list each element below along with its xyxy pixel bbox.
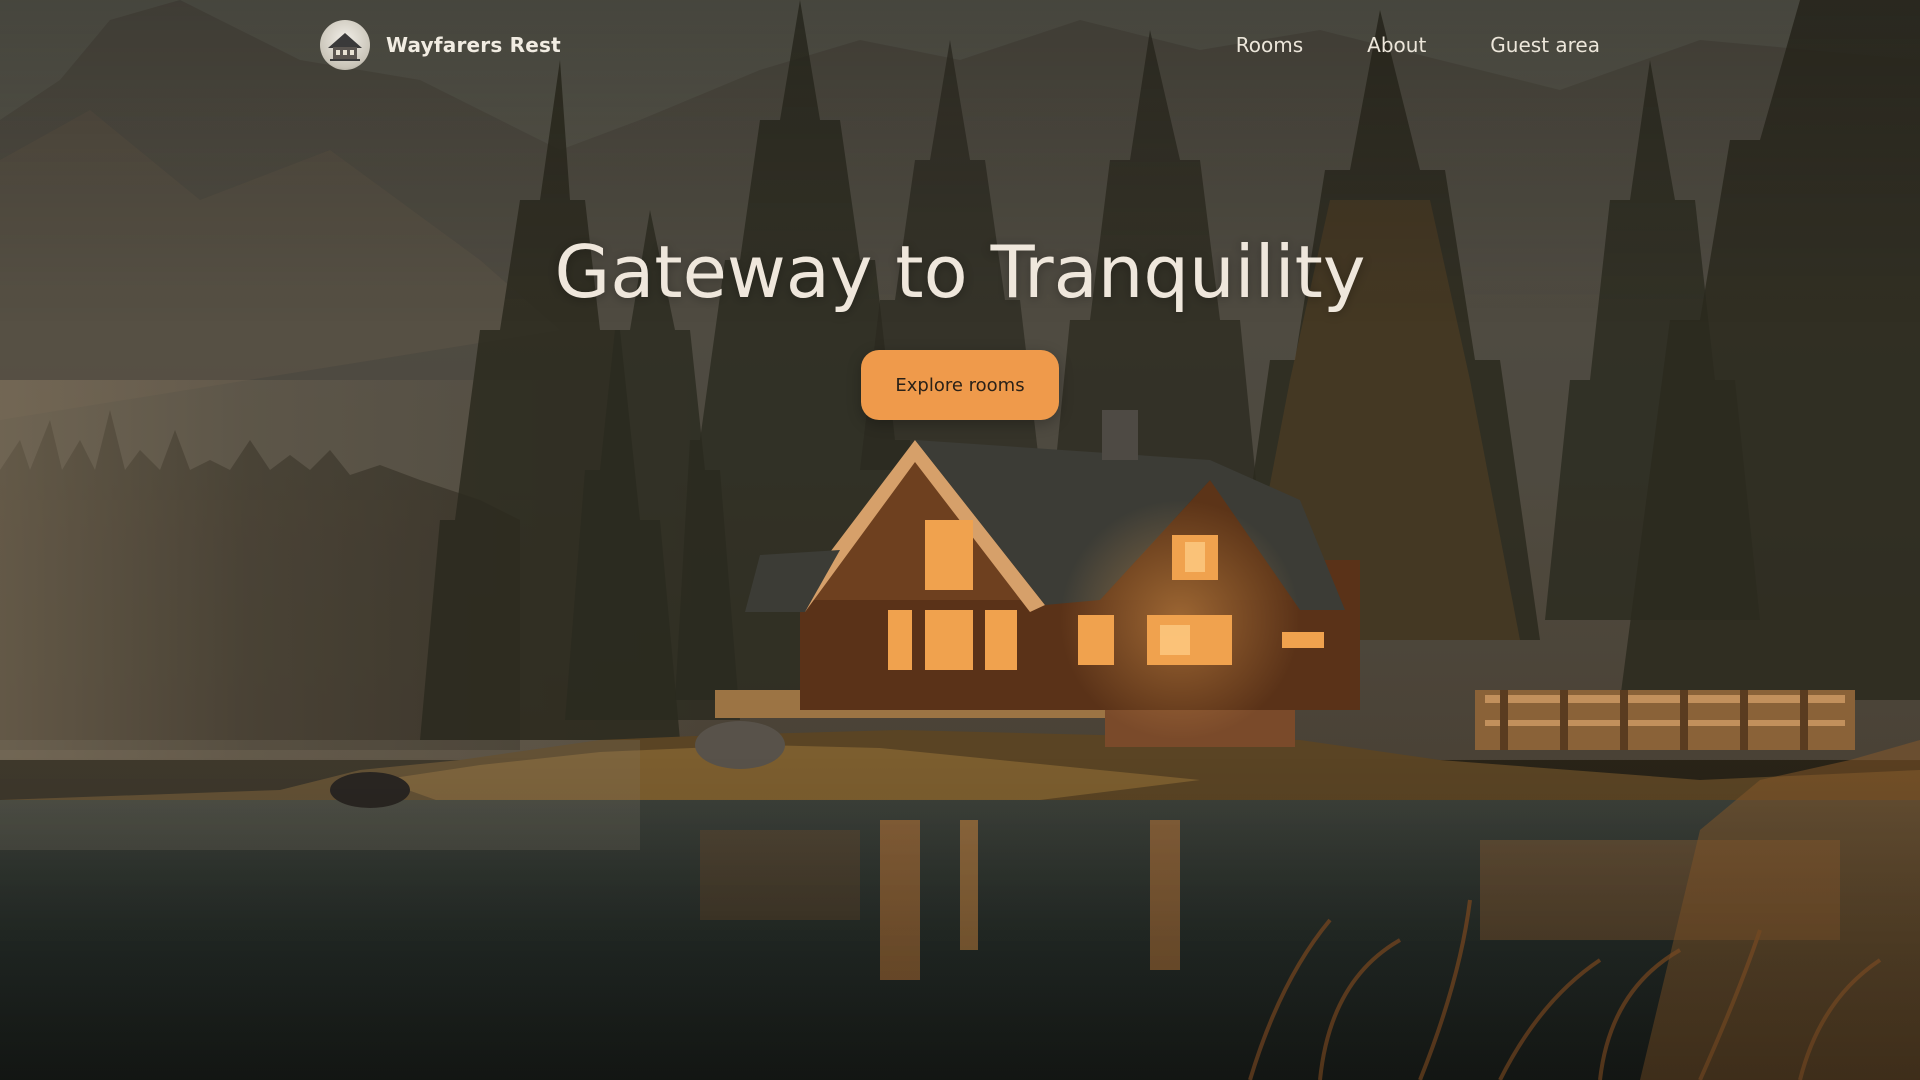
brand-home-link[interactable]: Wayfarers Rest (320, 20, 561, 70)
hero-headline: Gateway to Tranquility (554, 230, 1366, 314)
nav-link-about[interactable]: About (1367, 33, 1426, 57)
hero-section: Wayfarers Rest Rooms About Guest area Ga… (0, 0, 1920, 1080)
nav-link-rooms[interactable]: Rooms (1236, 33, 1303, 57)
brand-name: Wayfarers Rest (386, 33, 561, 57)
cabin-logo-icon (320, 20, 370, 70)
site-header: Wayfarers Rest Rooms About Guest area (0, 0, 1920, 90)
nav-link-guest-area[interactable]: Guest area (1490, 33, 1600, 57)
explore-rooms-button[interactable]: Explore rooms (861, 350, 1059, 420)
main-nav: Rooms About Guest area (1236, 26, 1600, 64)
hero-background-image (0, 0, 1920, 1080)
hero-content: Gateway to Tranquility Explore rooms (0, 222, 1920, 420)
